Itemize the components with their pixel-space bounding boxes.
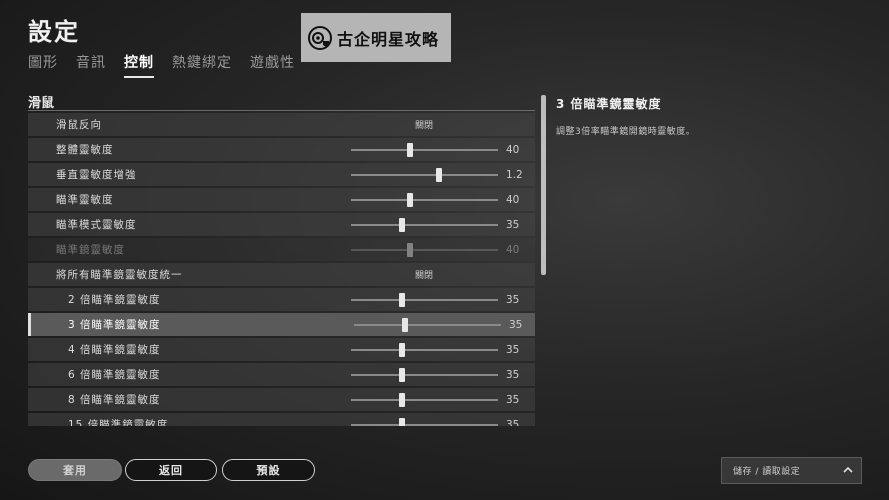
setting-label: 3 倍瞄準鏡靈敏度 xyxy=(68,319,161,331)
gear-shield-icon xyxy=(308,25,332,50)
setting-row[interactable]: 6 倍瞄準鏡靈敏度 35 xyxy=(28,363,535,386)
slider-track[interactable] xyxy=(351,299,498,301)
setting-label: 瞄準靈敏度 xyxy=(56,194,114,206)
setting-label: 6 倍瞄準鏡靈敏度 xyxy=(68,369,161,381)
slider-thumb[interactable] xyxy=(406,243,413,257)
slider-value: 40 xyxy=(506,143,520,156)
setting-label: 4 倍瞄準鏡靈敏度 xyxy=(68,344,161,356)
slider-thumb[interactable] xyxy=(406,193,413,207)
slider-track[interactable] xyxy=(351,224,498,226)
tab-bar: 圖形 音訊 控制 熱鍵綁定 遊戲性 xyxy=(28,52,313,78)
slider-track[interactable] xyxy=(354,324,501,326)
setting-row[interactable]: 滑鼠反向 關閉 xyxy=(28,113,535,136)
page-title: 設定 xyxy=(28,18,80,46)
slider-thumb[interactable] xyxy=(436,168,443,182)
slider-value: 35 xyxy=(506,368,520,381)
setting-row[interactable]: 將所有瞄準鏡靈敏度統一 關閉 xyxy=(28,263,535,286)
setting-row[interactable]: 整體靈敏度 40 xyxy=(28,138,535,161)
setting-row[interactable]: 3 倍瞄準鏡靈敏度 35 xyxy=(28,313,535,336)
slider-value: 35 xyxy=(506,293,520,306)
slider-track[interactable] xyxy=(351,174,498,176)
setting-row[interactable]: 垂直靈敏度增強 1.2 xyxy=(28,163,535,186)
slider-value: 1.2 xyxy=(506,168,523,181)
toggle-value[interactable]: 關閉 xyxy=(415,118,433,131)
setting-row[interactable]: 瞄準模式靈敏度 35 xyxy=(28,213,535,236)
setting-label: 垂直靈敏度增強 xyxy=(56,169,137,181)
setting-label: 瞄準模式靈敏度 xyxy=(56,219,137,231)
tab-gameplay[interactable]: 遊戲性 xyxy=(250,52,295,78)
slider-track[interactable] xyxy=(351,199,498,201)
default-button[interactable]: 預設 xyxy=(222,459,315,481)
setting-row[interactable]: 瞄準鏡靈敏度 40 xyxy=(28,238,535,261)
slider-thumb[interactable] xyxy=(399,393,406,407)
chevron-up-icon xyxy=(843,466,853,473)
description-title: 3 倍瞄準鏡靈敏度 xyxy=(556,97,662,111)
description-text: 調整3倍率瞄準鏡開鏡時靈敏度。 xyxy=(556,127,696,137)
slider-track[interactable] xyxy=(351,349,498,351)
setting-label: 15 倍瞄準鏡靈敏度 xyxy=(68,419,169,426)
save-load-label: 儲存 / 讀取設定 xyxy=(733,467,801,477)
tab-keybindings[interactable]: 熱鍵綁定 xyxy=(172,52,232,78)
setting-row[interactable]: 15 倍瞄準鏡靈敏度 35 xyxy=(28,413,535,426)
slider-thumb[interactable] xyxy=(399,293,406,307)
slider-value: 35 xyxy=(506,418,520,427)
setting-row[interactable]: 2 倍瞄準鏡靈敏度 35 xyxy=(28,288,535,311)
setting-label: 滑鼠反向 xyxy=(56,119,102,131)
tab-controls[interactable]: 控制 xyxy=(124,52,154,78)
setting-label: 8 倍瞄準鏡靈敏度 xyxy=(68,394,161,406)
setting-row[interactable]: 8 倍瞄準鏡靈敏度 35 xyxy=(28,388,535,411)
slider-thumb[interactable] xyxy=(406,143,413,157)
slider-value: 40 xyxy=(506,243,520,256)
scrollbar[interactable] xyxy=(541,95,546,275)
slider-track[interactable] xyxy=(351,374,498,376)
watermark: 古企明星攻略 xyxy=(301,13,451,62)
slider-value: 35 xyxy=(506,393,520,406)
setting-label: 2 倍瞄準鏡靈敏度 xyxy=(68,294,161,306)
slider-thumb[interactable] xyxy=(399,418,406,426)
slider-value: 40 xyxy=(506,193,520,206)
setting-label: 將所有瞄準鏡靈敏度統一 xyxy=(56,269,183,281)
slider-value: 35 xyxy=(506,343,520,356)
tab-graphics[interactable]: 圖形 xyxy=(28,52,58,78)
slider-track[interactable] xyxy=(351,149,498,151)
slider-thumb[interactable] xyxy=(399,343,406,357)
back-button[interactable]: 返回 xyxy=(125,459,217,481)
slider-thumb[interactable] xyxy=(399,218,406,232)
slider-track[interactable] xyxy=(351,249,498,251)
tab-audio[interactable]: 音訊 xyxy=(76,52,106,78)
slider-thumb[interactable] xyxy=(399,368,406,382)
setting-row[interactable]: 瞄準靈敏度 40 xyxy=(28,188,535,211)
slider-value: 35 xyxy=(509,318,523,331)
apply-button[interactable]: 套用 xyxy=(28,459,122,481)
toggle-value[interactable]: 關閉 xyxy=(415,268,433,281)
section-divider xyxy=(28,110,535,111)
section-title: 滑鼠 xyxy=(28,96,55,111)
setting-label: 瞄準鏡靈敏度 xyxy=(56,244,125,256)
settings-list: 滑鼠反向 關閉 整體靈敏度 40 垂直靈敏度增強 1.2 瞄準靈敏度 40 瞄準模式靈敏度 35 瞄… xyxy=(28,113,535,426)
watermark-text: 古企明星攻略 xyxy=(337,29,440,49)
slider-track[interactable] xyxy=(351,399,498,401)
slider-thumb[interactable] xyxy=(402,318,409,332)
slider-track[interactable] xyxy=(351,424,498,426)
setting-row[interactable]: 4 倍瞄準鏡靈敏度 35 xyxy=(28,338,535,361)
slider-value: 35 xyxy=(506,218,520,231)
setting-label: 整體靈敏度 xyxy=(56,144,114,156)
save-load-settings-button[interactable]: 儲存 / 讀取設定 xyxy=(721,457,862,484)
